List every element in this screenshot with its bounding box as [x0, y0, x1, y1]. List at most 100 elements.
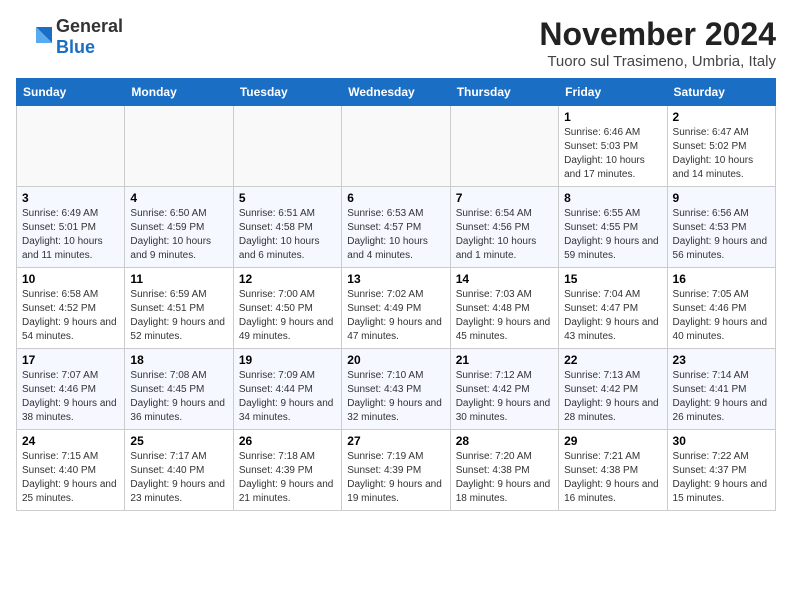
- day-info: Sunrise: 6:59 AMSunset: 4:51 PMDaylight:…: [130, 288, 227, 344]
- calendar-cell: 11 Sunrise: 6:59 AMSunset: 4:51 PMDayligh…: [125, 268, 233, 349]
- calendar-cell: 29 Sunrise: 7:21 AMSunset: 4:38 PMDayligh…: [559, 430, 667, 511]
- day-number: 15: [564, 272, 661, 286]
- day-info: Sunrise: 6:53 AMSunset: 4:57 PMDaylight:…: [347, 207, 444, 263]
- day-info: Sunrise: 7:18 AMSunset: 4:39 PMDaylight:…: [239, 450, 336, 506]
- calendar-cell: 22Sunrise: 7:13 AMSunset: 4:42 PMDayligh…: [559, 349, 667, 430]
- day-number: 28: [456, 434, 553, 448]
- weekday-header-thursday: Thursday: [450, 79, 558, 106]
- day-info: Sunrise: 6:51 AMSunset: 4:58 PMDaylight:…: [239, 207, 336, 263]
- day-number: 26: [239, 434, 336, 448]
- day-number: 24: [22, 434, 119, 448]
- day-info: Sunrise: 7:08 AMSunset: 4:45 PMDaylight:…: [130, 369, 227, 425]
- day-number: 17: [22, 353, 119, 367]
- day-info: Sunrise: 6:55 AMSunset: 4:55 PMDaylight:…: [564, 207, 661, 263]
- day-info: Sunrise: 7:20 AMSunset: 4:38 PMDaylight:…: [456, 450, 553, 506]
- day-number: 23: [673, 353, 770, 367]
- day-info: Sunrise: 7:10 AMSunset: 4:43 PMDaylight:…: [347, 369, 444, 425]
- day-info: Sunrise: 7:13 AMSunset: 4:42 PMDaylight:…: [564, 369, 661, 425]
- calendar-week-row: 24 Sunrise: 7:15 AMSunset: 4:40 PMDayligh…: [17, 430, 776, 511]
- calendar-cell: [17, 106, 125, 187]
- calendar-cell: [450, 106, 558, 187]
- calendar-cell: [342, 106, 450, 187]
- calendar-week-row: 3Sunrise: 6:49 AMSunset: 5:01 PMDaylight…: [17, 187, 776, 268]
- day-info: Sunrise: 7:17 AMSunset: 4:40 PMDaylight:…: [130, 450, 227, 506]
- calendar-cell: 16Sunrise: 7:05 AMSunset: 4:46 PMDayligh…: [667, 268, 775, 349]
- calendar-cell: 5 Sunrise: 6:51 AMSunset: 4:58 PMDaylight…: [233, 187, 341, 268]
- calendar-week-row: 10 Sunrise: 6:58 AMSunset: 4:52 PMDayligh…: [17, 268, 776, 349]
- day-number: 2: [673, 110, 770, 124]
- day-number: 12: [239, 272, 336, 286]
- calendar-cell: 25 Sunrise: 7:17 AMSunset: 4:40 PMDayligh…: [125, 430, 233, 511]
- calendar-cell: 20 Sunrise: 7:10 AMSunset: 4:43 PMDayligh…: [342, 349, 450, 430]
- day-info: Sunrise: 7:21 AMSunset: 4:38 PMDaylight:…: [564, 450, 661, 506]
- day-number: 7: [456, 191, 553, 205]
- calendar-cell: [233, 106, 341, 187]
- day-info: Sunrise: 7:00 AMSunset: 4:50 PMDaylight:…: [239, 288, 336, 344]
- day-info: Sunrise: 7:04 AMSunset: 4:47 PMDaylight:…: [564, 288, 661, 344]
- day-number: 4: [130, 191, 227, 205]
- month-title: November 2024: [539, 16, 776, 53]
- day-number: 18: [130, 353, 227, 367]
- calendar-cell: 6 Sunrise: 6:53 AMSunset: 4:57 PMDaylight…: [342, 187, 450, 268]
- day-info: Sunrise: 6:58 AMSunset: 4:52 PMDaylight:…: [22, 288, 119, 344]
- calendar-cell: 17 Sunrise: 7:07 AMSunset: 4:46 PMDayligh…: [17, 349, 125, 430]
- day-info: Sunrise: 7:22 AMSunset: 4:37 PMDaylight:…: [673, 450, 770, 506]
- weekday-header-saturday: Saturday: [667, 79, 775, 106]
- day-number: 30: [673, 434, 770, 448]
- header: General Blue November 2024 Tuoro sul Tra…: [16, 16, 776, 70]
- day-info: Sunrise: 7:12 AMSunset: 4:42 PMDaylight:…: [456, 369, 553, 425]
- day-number: 10: [22, 272, 119, 286]
- calendar-cell: 28 Sunrise: 7:20 AMSunset: 4:38 PMDayligh…: [450, 430, 558, 511]
- day-info: Sunrise: 7:15 AMSunset: 4:40 PMDaylight:…: [22, 450, 119, 506]
- calendar-cell: 23 Sunrise: 7:14 AMSunset: 4:41 PMDayligh…: [667, 349, 775, 430]
- calendar-cell: 26 Sunrise: 7:18 AMSunset: 4:39 PMDayligh…: [233, 430, 341, 511]
- day-info: Sunrise: 6:49 AMSunset: 5:01 PMDaylight:…: [22, 207, 119, 263]
- calendar-cell: 30 Sunrise: 7:22 AMSunset: 4:37 PMDayligh…: [667, 430, 775, 511]
- location-subtitle: Tuoro sul Trasimeno, Umbria, Italy: [539, 53, 776, 70]
- calendar-cell: [125, 106, 233, 187]
- weekday-header-monday: Monday: [125, 79, 233, 106]
- calendar-cell: 4 Sunrise: 6:50 AMSunset: 4:59 PMDaylight…: [125, 187, 233, 268]
- calendar-cell: 15 Sunrise: 7:04 AMSunset: 4:47 PMDayligh…: [559, 268, 667, 349]
- weekday-header-tuesday: Tuesday: [233, 79, 341, 106]
- title-area: November 2024 Tuoro sul Trasimeno, Umbri…: [539, 16, 776, 70]
- day-number: 14: [456, 272, 553, 286]
- calendar-cell: 9 Sunrise: 6:56 AMSunset: 4:53 PMDaylight…: [667, 187, 775, 268]
- calendar-cell: 27 Sunrise: 7:19 AMSunset: 4:39 PMDayligh…: [342, 430, 450, 511]
- day-number: 8: [564, 191, 661, 205]
- day-number: 25: [130, 434, 227, 448]
- calendar-cell: 13Sunrise: 7:02 AMSunset: 4:49 PMDayligh…: [342, 268, 450, 349]
- logo-general: General: [56, 16, 123, 36]
- day-number: 19: [239, 353, 336, 367]
- calendar-week-row: 17 Sunrise: 7:07 AMSunset: 4:46 PMDayligh…: [17, 349, 776, 430]
- calendar-cell: 8 Sunrise: 6:55 AMSunset: 4:55 PMDaylight…: [559, 187, 667, 268]
- weekday-header-wednesday: Wednesday: [342, 79, 450, 106]
- day-info: Sunrise: 6:54 AMSunset: 4:56 PMDaylight:…: [456, 207, 553, 263]
- day-number: 5: [239, 191, 336, 205]
- weekday-header-sunday: Sunday: [17, 79, 125, 106]
- day-number: 29: [564, 434, 661, 448]
- day-number: 6: [347, 191, 444, 205]
- day-info: Sunrise: 6:56 AMSunset: 4:53 PMDaylight:…: [673, 207, 770, 263]
- calendar-body: 1Sunrise: 6:46 AMSunset: 5:03 PMDaylight…: [17, 106, 776, 511]
- day-info: Sunrise: 6:47 AMSunset: 5:02 PMDaylight:…: [673, 126, 770, 182]
- day-number: 21: [456, 353, 553, 367]
- day-number: 16: [673, 272, 770, 286]
- calendar: SundayMondayTuesdayWednesdayThursdayFrid…: [16, 78, 776, 511]
- calendar-cell: 7 Sunrise: 6:54 AMSunset: 4:56 PMDaylight…: [450, 187, 558, 268]
- day-info: Sunrise: 6:50 AMSunset: 4:59 PMDaylight:…: [130, 207, 227, 263]
- calendar-cell: 14Sunrise: 7:03 AMSunset: 4:48 PMDayligh…: [450, 268, 558, 349]
- day-info: Sunrise: 7:19 AMSunset: 4:39 PMDaylight:…: [347, 450, 444, 506]
- day-info: Sunrise: 7:07 AMSunset: 4:46 PMDaylight:…: [22, 369, 119, 425]
- day-number: 20: [347, 353, 444, 367]
- day-info: Sunrise: 7:09 AMSunset: 4:44 PMDaylight:…: [239, 369, 336, 425]
- day-info: Sunrise: 7:14 AMSunset: 4:41 PMDaylight:…: [673, 369, 770, 425]
- day-number: 9: [673, 191, 770, 205]
- calendar-cell: 21 Sunrise: 7:12 AMSunset: 4:42 PMDayligh…: [450, 349, 558, 430]
- day-number: 27: [347, 434, 444, 448]
- calendar-cell: 10 Sunrise: 6:58 AMSunset: 4:52 PMDayligh…: [17, 268, 125, 349]
- logo: General Blue: [16, 16, 123, 58]
- weekday-header-friday: Friday: [559, 79, 667, 106]
- day-number: 1: [564, 110, 661, 124]
- day-number: 11: [130, 272, 227, 286]
